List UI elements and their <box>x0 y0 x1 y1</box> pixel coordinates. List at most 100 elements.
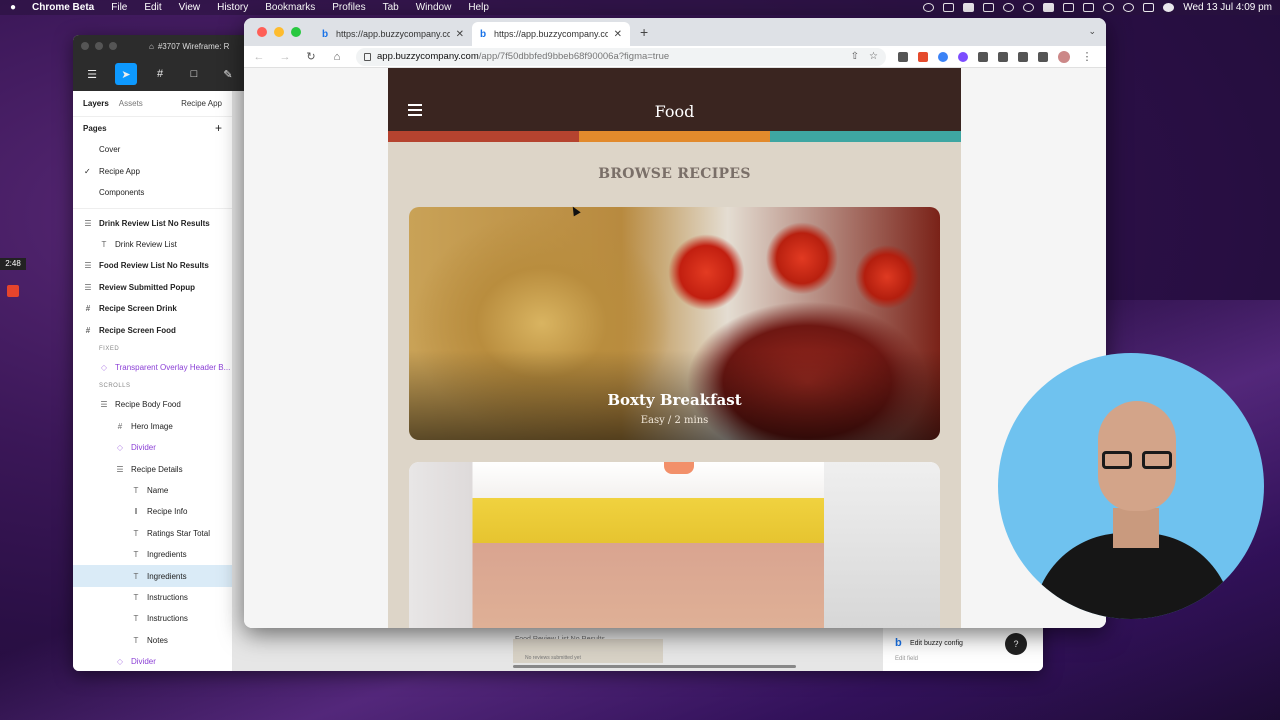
layer-row[interactable]: ◇ Divider <box>73 651 232 671</box>
puzzle-extensions-icon[interactable] <box>978 51 988 62</box>
extension-icon[interactable] <box>938 51 948 62</box>
forward-arrow-icon[interactable]: → <box>278 51 292 63</box>
address-bar[interactable]: app.buzzycompany.com/app/7f50dbbfed9bbeb… <box>356 47 886 66</box>
edit-field-link[interactable]: Edit field <box>895 656 1043 662</box>
canvas-horizontal-scrollbar[interactable] <box>513 665 796 668</box>
figma-file-tab[interactable]: ⌂ #3707 Wireframe: R <box>149 42 229 51</box>
menu-help[interactable]: Help <box>468 2 489 13</box>
browser-tab-active[interactable]: b https://app.buzzycompany.com ✕ <box>472 22 630 46</box>
page-item-cover[interactable]: Cover <box>73 139 232 161</box>
pen-tool-icon[interactable]: ✎ <box>217 63 239 85</box>
search-icon[interactable] <box>1123 3 1135 12</box>
layer-row[interactable]: T Instructions <box>73 608 232 629</box>
recipe-card[interactable] <box>409 462 940 628</box>
browser-tab[interactable]: b https://app.buzzycompany.com ✕ <box>314 22 472 46</box>
page-item-recipe-app[interactable]: ✓ Recipe App <box>73 161 232 183</box>
menu-file[interactable]: File <box>111 2 127 13</box>
layer-row[interactable]: ◇ Divider <box>73 437 232 458</box>
hamburger-menu-icon[interactable] <box>408 104 422 119</box>
stop-recording-button[interactable] <box>7 285 19 297</box>
bluetooth-icon[interactable] <box>1063 3 1075 12</box>
menu-profiles[interactable]: Profiles <box>332 2 365 13</box>
menu-history[interactable]: History <box>217 2 248 13</box>
flask-icon[interactable] <box>998 51 1008 62</box>
close-window-button[interactable] <box>81 42 89 50</box>
menu-view[interactable]: View <box>179 2 201 13</box>
glasses-icon <box>1102 451 1172 469</box>
home-icon[interactable]: ⌂ <box>330 51 344 63</box>
minimize-window-button[interactable] <box>95 42 103 50</box>
minimize-window-button[interactable] <box>274 27 284 37</box>
shape-tool-icon[interactable]: □ <box>183 63 205 85</box>
control-center-icon[interactable] <box>1143 3 1155 12</box>
menu-bookmarks[interactable]: Bookmarks <box>265 2 315 13</box>
extension-icon[interactable] <box>898 51 908 62</box>
lock-icon[interactable] <box>364 52 371 61</box>
new-tab-icon[interactable]: + <box>640 24 648 40</box>
reading-list-icon[interactable] <box>1018 51 1028 62</box>
menu-bar-clock[interactable]: Wed 13 Jul 4:09 pm <box>1183 2 1272 13</box>
close-tab-icon[interactable]: ✕ <box>456 29 464 40</box>
recipe-card-meta: Easy / 2 mins <box>640 415 709 426</box>
chrome-tab-strip: b https://app.buzzycompany.com ✕ b https… <box>244 18 1106 46</box>
window-controls <box>257 27 301 37</box>
tab-layers[interactable]: Layers <box>83 99 109 108</box>
layer-row[interactable]: ☰ Review Submitted Popup <box>73 277 232 298</box>
extension-icon[interactable] <box>958 51 968 62</box>
more-menu-icon[interactable]: ⋮ <box>1080 50 1094 63</box>
settings-icon[interactable] <box>923 3 935 12</box>
profile-avatar[interactable] <box>1058 50 1070 63</box>
layer-row[interactable]: ‖ Recipe Info <box>73 501 232 522</box>
layer-row[interactable]: T Ingredients <box>73 544 232 565</box>
battery-icon[interactable] <box>1083 3 1095 12</box>
layer-row[interactable]: T Ratings Star Total <box>73 523 232 544</box>
layer-row[interactable]: # Hero Image <box>73 416 232 437</box>
play-icon[interactable] <box>1023 3 1035 12</box>
layer-row[interactable]: T Drink Review List <box>73 234 232 255</box>
recipe-card[interactable]: Boxty Breakfast Easy / 2 mins <box>409 207 940 440</box>
edit-icon[interactable] <box>983 3 995 12</box>
side-panel-icon[interactable] <box>1038 51 1048 62</box>
home-icon[interactable]: ⌂ <box>149 42 154 51</box>
layer-row[interactable]: T Name <box>73 480 232 501</box>
page-selector[interactable]: Recipe App <box>181 99 222 108</box>
reload-icon[interactable]: ↻ <box>304 50 318 63</box>
layer-row[interactable]: ☰ Recipe Body Food <box>73 394 232 415</box>
menu-tab[interactable]: Tab <box>383 2 399 13</box>
help-button[interactable]: ? <box>1005 633 1027 655</box>
bookmark-star-icon[interactable]: ☆ <box>869 51 878 62</box>
au-icon[interactable] <box>1043 3 1055 12</box>
layer-row[interactable]: ◇ Transparent Overlay Header B... <box>73 357 232 378</box>
extension-icon[interactable] <box>918 51 928 62</box>
close-tab-icon[interactable]: ✕ <box>614 29 622 40</box>
layer-row[interactable]: ☰ Recipe Details <box>73 458 232 479</box>
zoom-window-button[interactable] <box>291 27 301 37</box>
layer-row[interactable]: # Recipe Screen Food <box>73 319 232 340</box>
apple-icon[interactable]: ● <box>8 2 18 13</box>
main-menu-icon[interactable]: ☰ <box>81 63 103 85</box>
menu-edit[interactable]: Edit <box>144 2 161 13</box>
add-page-icon[interactable]: + <box>215 121 222 135</box>
layer-row[interactable]: # Recipe Screen Drink <box>73 298 232 319</box>
menu-window[interactable]: Window <box>416 2 452 13</box>
zoom-window-button[interactable] <box>109 42 117 50</box>
tab-assets[interactable]: Assets <box>119 99 143 108</box>
tab-search-chevron-icon[interactable]: ⌄ <box>1088 26 1096 37</box>
layer-row[interactable]: ☰ Food Review List No Results <box>73 255 232 276</box>
drive-icon[interactable] <box>943 3 955 12</box>
move-tool-icon[interactable]: ➤ <box>115 63 137 85</box>
layer-row[interactable]: T Ingredients <box>73 565 232 587</box>
wifi-icon[interactable] <box>1103 3 1115 12</box>
shield-icon[interactable] <box>963 3 975 12</box>
menu-app-name[interactable]: Chrome Beta <box>32 2 94 13</box>
layer-row[interactable]: T Instructions <box>73 587 232 608</box>
frame-tool-icon[interactable]: # <box>149 63 171 85</box>
layer-row[interactable]: T Notes <box>73 630 232 651</box>
layer-row[interactable]: ☰ Drink Review List No Results <box>73 213 232 234</box>
page-item-components[interactable]: Components <box>73 182 232 204</box>
back-arrow-icon[interactable]: ← <box>252 51 266 63</box>
share-icon[interactable]: ⇧ <box>851 51 859 62</box>
close-window-button[interactable] <box>257 27 267 37</box>
siri-icon[interactable] <box>1163 3 1175 12</box>
history-icon[interactable] <box>1003 3 1015 12</box>
